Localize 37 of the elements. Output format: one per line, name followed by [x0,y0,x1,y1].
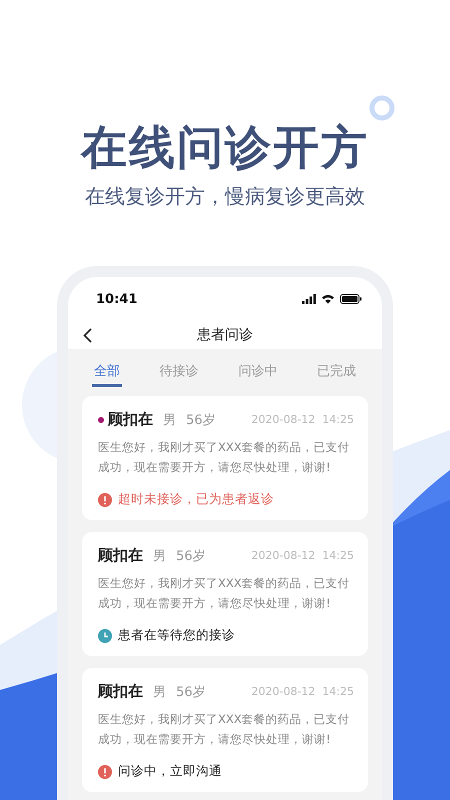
patient-gender: 男 [163,412,176,428]
back-icon [82,328,92,342]
decor-ring [370,96,394,120]
status-text: 患者在等待您的接诊 [118,627,235,644]
battery-icon [340,294,362,304]
patient-age: 56岁 [176,684,206,700]
headline: 在线问诊开方 [81,119,369,176]
wifi-icon [321,294,335,304]
timestamp: 2020-08-12 14:25 [251,413,354,426]
message-text: 医生您好，我刚才买了XXX套餐的药品，已支付成功，现在需要开方，请您尽快处理，谢谢! [98,711,351,748]
timestamp: 2020-08-12 14:25 [251,685,354,698]
patient-age: 56岁 [186,412,216,428]
tab[interactable]: 问诊中 [236,358,280,387]
page-title: 患者问诊 [197,326,253,344]
patient-name: 顾扣在 [98,682,143,701]
clock-icon [98,628,112,642]
consultation-card[interactable]: 顾扣在 男 56岁 2020-08-12 14:25 医生您好，我刚才买了XXX套餐的药品，已支付成功，现在需要开方，请您尽快处理，谢谢! 超时未接诊，已为患者返诊 [82,396,368,520]
tab[interactable]: 全部 [92,358,122,387]
status-time: 10:41 [96,292,138,306]
status-text: 超时未接诊，已为患者返诊 [118,491,274,508]
patient-gender: 男 [153,548,166,564]
tab[interactable]: 待接诊 [158,358,201,387]
consultation-card[interactable]: 顾扣在 男 56岁 2020-08-12 14:25 医生您好，我刚才买了XXX套餐的药品，已支付成功，现在需要开方，请您尽快处理，谢谢! 患者在等待您的接诊 [82,532,368,656]
consultation-card[interactable]: 顾扣在 男 56岁 2020-08-12 14:25 医生您好，我刚才买了XXX套餐的药品，已支付成功，现在需要开方，请您尽快处理，谢谢! 问诊中，立即沟通 [82,668,368,792]
timestamp: 2020-08-12 14:25 [251,549,354,562]
tab[interactable]: 已完成 [315,358,358,387]
alert-icon [98,764,112,778]
alert-icon [98,492,112,506]
patient-name: 顾扣在 [108,410,153,429]
status-text: 问诊中，立即沟通 [118,763,222,780]
patient-age: 56岁 [176,548,206,564]
subheadline: 在线复诊开方，慢病复诊更高效 [85,183,365,210]
signal-icon [302,294,316,304]
patient-gender: 男 [153,684,166,700]
patient-name: 顾扣在 [98,546,143,565]
message-text: 医生您好，我刚才买了XXX套餐的药品，已支付成功，现在需要开方，请您尽快处理，谢谢! [98,575,351,612]
message-text: 医生您好，我刚才买了XXX套餐的药品，已支付成功，现在需要开方，请您尽快处理，谢谢! [98,439,351,476]
